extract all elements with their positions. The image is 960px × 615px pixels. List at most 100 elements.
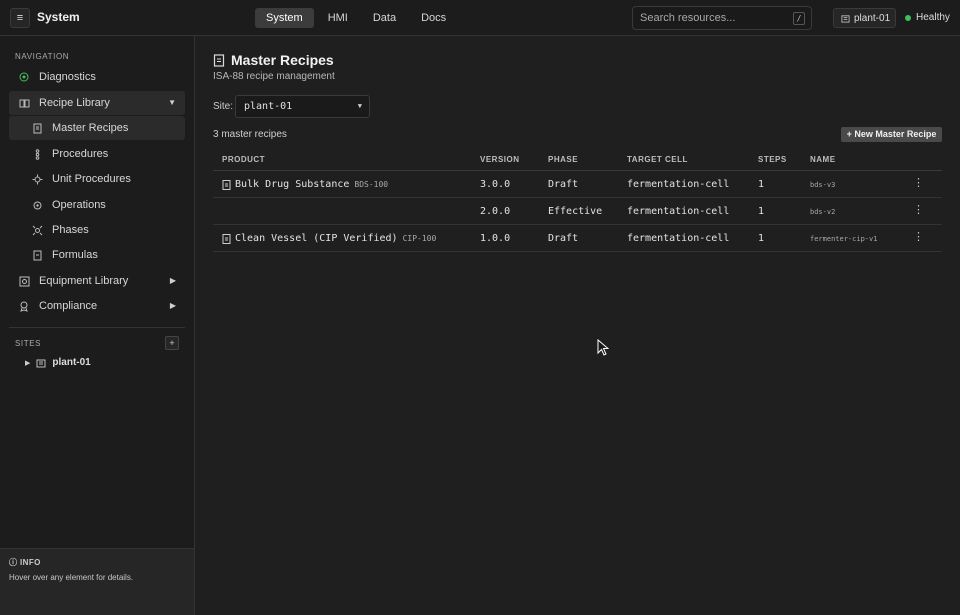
sidebar-item-label: Diagnostics: [39, 71, 96, 83]
sidebar-item-phases[interactable]: Phases: [9, 218, 185, 242]
site-tree-item-plant-01[interactable]: ▶ plant-01: [25, 357, 91, 368]
phase-cell: Draft: [548, 179, 579, 190]
sites-section-label: SITES: [15, 339, 42, 348]
product-code: BDS-100: [354, 180, 389, 189]
steps-cell: 1: [758, 233, 765, 244]
formula-icon: [31, 249, 43, 261]
product-cell: Bulk Drug Substance BDS-100: [222, 179, 388, 190]
sidebar-item-procedures[interactable]: Procedures: [9, 142, 185, 166]
info-title: ⓘ INFO: [9, 557, 185, 568]
table-row[interactable]: Clean Vessel (CIP Verified) CIP-100 1.0.…: [213, 225, 942, 252]
new-master-recipe-button[interactable]: + New Master Recipe: [841, 127, 942, 142]
recipe-count: 3 master recipes: [213, 129, 287, 140]
name-cell: bds-v2: [810, 208, 836, 216]
sidebar-item-unit-procedures[interactable]: Unit Procedures: [9, 167, 185, 191]
sidebar-item-master-recipes[interactable]: Master Recipes: [9, 116, 185, 140]
tab-data[interactable]: Data: [362, 8, 407, 28]
row-menu-icon[interactable]: ⋮: [913, 203, 924, 216]
column-header-steps[interactable]: STEPS: [758, 155, 787, 164]
page-subtitle: ISA-88 recipe management: [213, 71, 335, 82]
column-header-version[interactable]: VERSION: [480, 155, 520, 164]
info-panel: ⓘ INFO Hover over any element for detail…: [0, 548, 194, 615]
site-icon: [841, 14, 850, 23]
product-name: Bulk Drug Substance: [235, 179, 350, 190]
chevron-down-icon: ▼: [168, 98, 176, 107]
steps-cell: 1: [758, 206, 765, 217]
sidebar-item-label: Compliance: [39, 300, 98, 312]
document-icon: [222, 179, 231, 190]
site-selector-button[interactable]: plant-01: [833, 8, 896, 28]
page-title-label: Master Recipes: [231, 52, 334, 68]
info-text: Hover over any element for details.: [9, 573, 134, 582]
procedure-icon: [31, 148, 43, 160]
sidebar-item-operations[interactable]: Operations: [9, 193, 185, 217]
column-header-product[interactable]: PRODUCT: [222, 155, 265, 164]
phase-icon: [31, 224, 43, 236]
book-icon: [18, 97, 30, 109]
site-filter-select[interactable]: plant-01 ▼: [235, 95, 370, 118]
status-dot-icon: [905, 14, 911, 21]
version-cell: 2.0.0: [480, 206, 511, 217]
hamburger-icon[interactable]: ≡: [10, 8, 30, 28]
sidebar-item-label: Procedures: [52, 148, 109, 160]
column-header-name[interactable]: NAME: [810, 155, 836, 164]
mouse-cursor-icon: [597, 339, 609, 356]
health-status: Healthy: [905, 12, 950, 23]
sidebar-item-label: Formulas: [52, 249, 98, 261]
gear-icon: [31, 173, 43, 185]
product-name: Clean Vessel (CIP Verified): [235, 233, 398, 244]
site-icon: [36, 359, 46, 367]
equipment-icon: [18, 275, 30, 287]
sidebar-item-label: Phases: [52, 224, 89, 236]
sidebar-item-compliance[interactable]: Compliance ▶: [9, 294, 185, 318]
target-cell-cell: fermentation-cell: [627, 233, 730, 244]
chevron-right-icon: ▶: [169, 276, 176, 285]
nav-section-label: NAVIGATION: [15, 52, 70, 61]
row-menu-icon[interactable]: ⋮: [913, 176, 924, 189]
tab-docs[interactable]: Docs: [410, 8, 457, 28]
page-title: Master Recipes: [213, 52, 334, 68]
sidebar-item-equipment-library[interactable]: Equipment Library ▶: [9, 269, 185, 293]
sidebar-item-diagnostics[interactable]: Diagnostics: [9, 65, 185, 89]
phase-cell: Effective: [548, 206, 603, 217]
add-site-button[interactable]: +: [165, 336, 179, 350]
search-shortcut-hint: /: [793, 12, 805, 25]
name-cell: bds-v3: [810, 181, 836, 189]
table-row[interactable]: Bulk Drug Substance BDS-100 3.0.0 Draft …: [213, 171, 942, 198]
search-input[interactable]: [640, 12, 785, 24]
sidebar-item-label: Recipe Library: [39, 97, 110, 109]
phase-cell: Draft: [548, 233, 579, 244]
sidebar-item-recipe-library[interactable]: Recipe Library ▼: [9, 91, 185, 115]
document-icon: [222, 233, 231, 244]
site-tree-label: plant-01: [52, 357, 91, 368]
top-bar: ≡ System System HMI Data Docs / plant-01…: [0, 0, 960, 36]
name-cell: fermenter-cip-v1: [810, 235, 878, 243]
sidebar: NAVIGATION Diagnostics Recipe Library ▼ …: [0, 36, 195, 615]
product-code: CIP-100: [402, 234, 437, 243]
version-cell: 3.0.0: [480, 179, 511, 190]
sidebar-item-label: Equipment Library: [39, 275, 129, 287]
site-filter-value: plant-01: [244, 101, 293, 112]
expand-arrow-icon[interactable]: ▶: [25, 359, 30, 367]
badge-icon: [18, 300, 30, 312]
table-header: PRODUCT VERSION PHASE TARGET CELL STEPS …: [213, 149, 942, 171]
nav-tabs: System HMI Data Docs: [255, 8, 460, 28]
steps-cell: 1: [758, 179, 765, 190]
sidebar-item-label: Operations: [52, 199, 106, 211]
recipes-table: PRODUCT VERSION PHASE TARGET CELL STEPS …: [213, 149, 942, 252]
column-header-target-cell[interactable]: TARGET CELL: [627, 155, 688, 164]
version-cell: 1.0.0: [480, 233, 511, 244]
target-icon: [18, 71, 30, 83]
target-cell-cell: fermentation-cell: [627, 179, 730, 190]
tab-system[interactable]: System: [255, 8, 314, 28]
tab-hmi[interactable]: HMI: [317, 8, 359, 28]
target-cell-cell: fermentation-cell: [627, 206, 730, 217]
sidebar-divider: [9, 327, 185, 328]
row-menu-icon[interactable]: ⋮: [913, 230, 924, 243]
table-row[interactable]: 2.0.0 Effective fermentation-cell 1 bds-…: [213, 198, 942, 225]
column-header-phase[interactable]: PHASE: [548, 155, 578, 164]
info-icon: ⓘ: [9, 558, 18, 567]
main-content: Master Recipes ISA-88 recipe management …: [195, 36, 960, 615]
app-title: System: [37, 10, 80, 24]
sidebar-item-formulas[interactable]: Formulas: [9, 243, 185, 267]
